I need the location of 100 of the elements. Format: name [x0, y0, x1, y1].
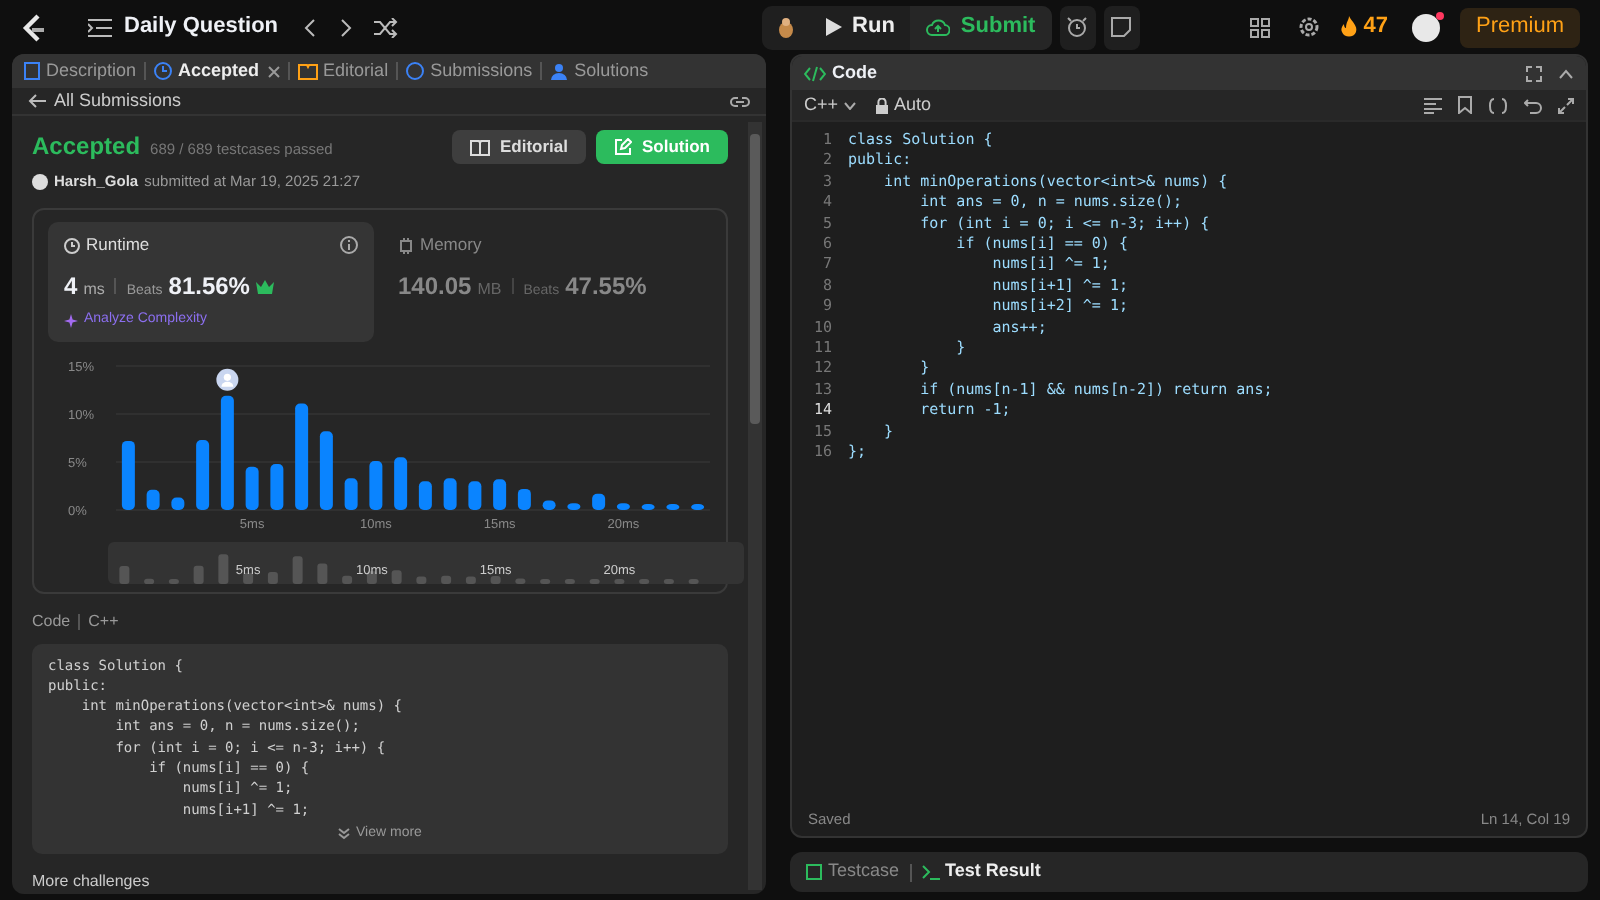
histogram-bar[interactable] [146, 488, 160, 509]
user-avatar[interactable] [32, 173, 48, 190]
histogram-bar[interactable] [418, 480, 432, 509]
histogram-bar[interactable] [245, 465, 259, 509]
list-icon[interactable] [88, 17, 112, 37]
scrollbar-thumb[interactable] [750, 134, 760, 424]
histogram-bar[interactable] [443, 477, 457, 509]
histogram-bar[interactable] [567, 502, 581, 509]
memory-title: Memory [420, 232, 482, 258]
terminal-icon [921, 864, 940, 880]
histogram-bar[interactable] [270, 462, 284, 509]
lock-icon [876, 97, 889, 113]
book-icon [469, 139, 490, 155]
histogram-bar[interactable] [196, 438, 210, 509]
crown-icon [255, 280, 274, 294]
bookmark-icon[interactable] [1458, 96, 1472, 114]
link-icon[interactable] [730, 93, 750, 109]
autocomplete-mode[interactable]: Auto [894, 91, 932, 119]
logo-icon[interactable] [20, 11, 48, 43]
book-icon [297, 63, 318, 79]
runtime-value: 4 [64, 270, 78, 304]
status-label: Accepted [32, 130, 141, 164]
histogram-bar[interactable] [171, 496, 185, 509]
histogram-bar[interactable] [517, 487, 531, 509]
edit-icon [614, 138, 632, 156]
clock-icon [154, 62, 173, 80]
note-button[interactable] [1103, 5, 1140, 49]
language-dropdown[interactable]: C++ [804, 91, 839, 119]
histogram-bar[interactable] [493, 478, 507, 509]
grid-icon[interactable] [1249, 17, 1270, 37]
tab[interactable]: Description [24, 57, 137, 85]
close-icon[interactable] [267, 65, 280, 77]
streak-count: 47 [1363, 12, 1388, 43]
histogram-bar[interactable] [691, 503, 705, 509]
histogram-bar[interactable] [319, 430, 333, 509]
problem-list-title[interactable]: Daily Question [124, 10, 279, 44]
run-button[interactable]: Run [810, 5, 911, 49]
memory-value: 140.05 [398, 270, 472, 304]
clock-icon [64, 237, 80, 254]
alarm-clock-icon [1066, 16, 1089, 38]
sparkle-icon [64, 313, 78, 328]
page-icon [24, 62, 40, 80]
runtime-title: Runtime [86, 232, 150, 258]
user-marker [216, 367, 239, 390]
tab[interactable]: Accepted [154, 57, 260, 85]
circle-icon [406, 62, 425, 80]
histogram-bar[interactable] [592, 492, 606, 509]
histogram-bar[interactable] [666, 503, 680, 509]
back-arrow-icon[interactable] [28, 94, 46, 108]
code-label: Code [32, 609, 71, 633]
submit-button[interactable]: Submit [910, 5, 1052, 49]
runtime-percentile: 81.56% [168, 270, 250, 304]
previous-icon[interactable] [302, 17, 319, 37]
panel-title: Code [832, 59, 877, 86]
premium-button[interactable]: Premium [1459, 7, 1580, 47]
memory-percentile: 47.55% [565, 270, 647, 304]
flame-icon[interactable] [1339, 16, 1358, 38]
histogram-bar[interactable] [295, 402, 309, 509]
histogram-bar[interactable] [616, 502, 630, 509]
histogram-bar[interactable] [369, 460, 383, 509]
histogram-bar[interactable] [542, 499, 556, 509]
language-label: C++ [88, 609, 119, 633]
chevron-down-icon[interactable] [844, 101, 857, 109]
back-link[interactable]: All Submissions [54, 87, 182, 115]
tab[interactable]: Solutions [550, 57, 649, 85]
double-chevron-icon [338, 828, 351, 841]
histogram-bar[interactable] [121, 439, 135, 509]
section-heading: More challenges [32, 870, 152, 894]
expand-icon[interactable] [1558, 97, 1574, 113]
runtime-unit: ms [83, 278, 105, 302]
avatar[interactable] [1411, 13, 1440, 41]
code-icon [804, 65, 826, 81]
person-icon [550, 62, 569, 80]
tab[interactable]: Submissions [406, 57, 533, 85]
histogram-bar[interactable] [468, 480, 482, 509]
braces-icon[interactable] [1488, 97, 1508, 113]
info-icon[interactable] [340, 236, 358, 255]
settings-icon[interactable] [1297, 16, 1320, 38]
chip-icon [398, 237, 414, 254]
histogram-bar[interactable] [394, 456, 408, 509]
next-icon[interactable] [338, 17, 355, 37]
histogram-bar[interactable] [220, 394, 234, 509]
cloud-upload-icon [926, 18, 951, 36]
tab[interactable]: Test Result [921, 858, 1041, 886]
checkbox-icon [806, 864, 822, 880]
note-icon [1110, 16, 1133, 38]
tab[interactable]: Editorial [297, 57, 389, 85]
play-icon [826, 18, 843, 36]
shuffle-icon[interactable] [374, 17, 399, 37]
collapse-icon[interactable] [1558, 67, 1574, 79]
editorial-button[interactable]: Editorial [451, 130, 586, 164]
scrollbar[interactable] [748, 122, 762, 890]
reset-icon[interactable] [1524, 97, 1542, 113]
histogram-bar[interactable] [641, 503, 655, 509]
histogram-bar[interactable] [344, 477, 358, 509]
format-icon[interactable] [1424, 97, 1442, 113]
maximize-icon[interactable] [1526, 65, 1542, 81]
memory-unit: MB [477, 278, 502, 302]
tab[interactable]: Testcase [806, 858, 900, 886]
alarm-button[interactable] [1059, 5, 1096, 49]
